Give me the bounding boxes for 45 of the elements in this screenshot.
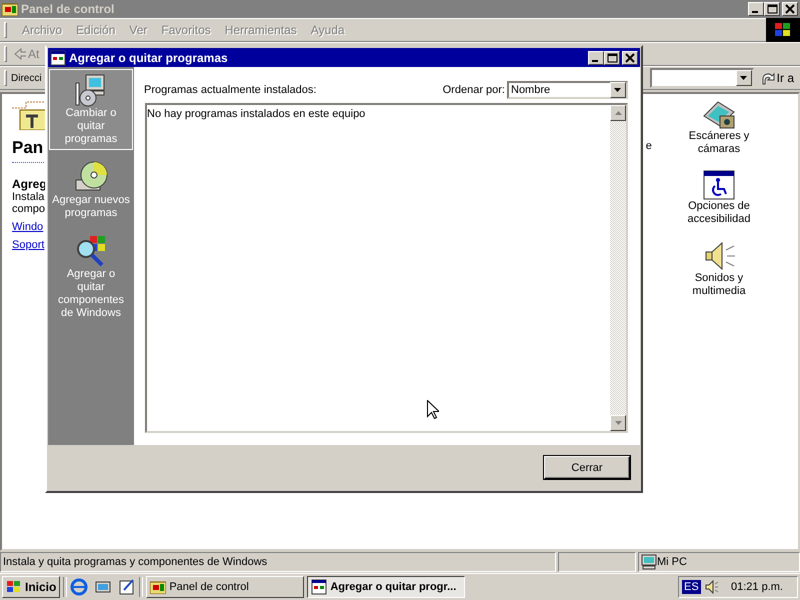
sort-label: Ordenar por:	[442, 84, 505, 96]
icon-label[interactable]: Opciones de accesibilidad	[688, 200, 750, 226]
back-arrow-icon	[14, 48, 26, 60]
installed-label: Programas actualmente instalados:	[144, 84, 316, 96]
language-indicator[interactable]: ES	[682, 580, 701, 594]
notepad-icon[interactable]	[118, 578, 136, 596]
start-button[interactable]: Inicio	[2, 576, 60, 598]
dropdown-arrow-icon	[614, 88, 622, 92]
accessibility-icon	[702, 170, 735, 200]
scroll-down-icon[interactable]	[614, 421, 622, 425]
programs-icon	[311, 579, 328, 595]
close-button[interactable]: Cerrar	[544, 456, 630, 479]
dialog-title: Agregar o quitar programas	[69, 50, 229, 64]
zone-label: Mi PC	[657, 556, 687, 568]
control-panel-icon	[2, 2, 18, 16]
address-field[interactable]	[650, 68, 754, 88]
computer-icon	[641, 554, 657, 570]
control-panel-icon	[150, 580, 166, 594]
control-panel-illustration-icon	[12, 100, 46, 130]
sort-value: Nombre	[511, 84, 550, 96]
scroll-up-icon[interactable]	[614, 111, 622, 115]
programs-icon	[50, 50, 66, 66]
browser-icon[interactable]	[70, 578, 88, 596]
dropdown-arrow-icon	[740, 76, 748, 80]
empty-message: No hay programas instalados en este equipo	[147, 108, 366, 120]
icon-label[interactable]: e	[646, 140, 652, 152]
description-text: compo	[12, 203, 46, 215]
go-button[interactable]: Ir a	[758, 71, 797, 85]
windows-flag-icon	[6, 580, 22, 594]
task-button[interactable]: Agregar o quitar componentes de Windows	[49, 230, 133, 324]
pointer-icon	[427, 400, 439, 419]
go-arrow-icon	[760, 71, 775, 85]
taskbar-button[interactable]: Agregar o quitar progr...	[307, 576, 466, 598]
sort-dropdown[interactable]: Nombre	[507, 81, 628, 99]
window-title: Panel de control	[21, 2, 116, 16]
icon-label[interactable]: Sonidos y multimedia	[692, 272, 746, 298]
taskbar-button[interactable]: Panel de control	[146, 576, 304, 598]
clock: 01:21 p.m.	[731, 581, 783, 593]
volume-icon[interactable]	[704, 580, 719, 594]
address-label: Direcci	[11, 72, 42, 84]
status-text: Instala y quita programas y componentes de Windows	[0, 552, 556, 572]
flag-icon	[773, 21, 793, 39]
task-button[interactable]: Agregar nuevos programas	[49, 156, 133, 224]
magnifier-and-flag-icon	[74, 234, 108, 268]
icon-label[interactable]: Escáneres y cámaras	[688, 130, 750, 156]
